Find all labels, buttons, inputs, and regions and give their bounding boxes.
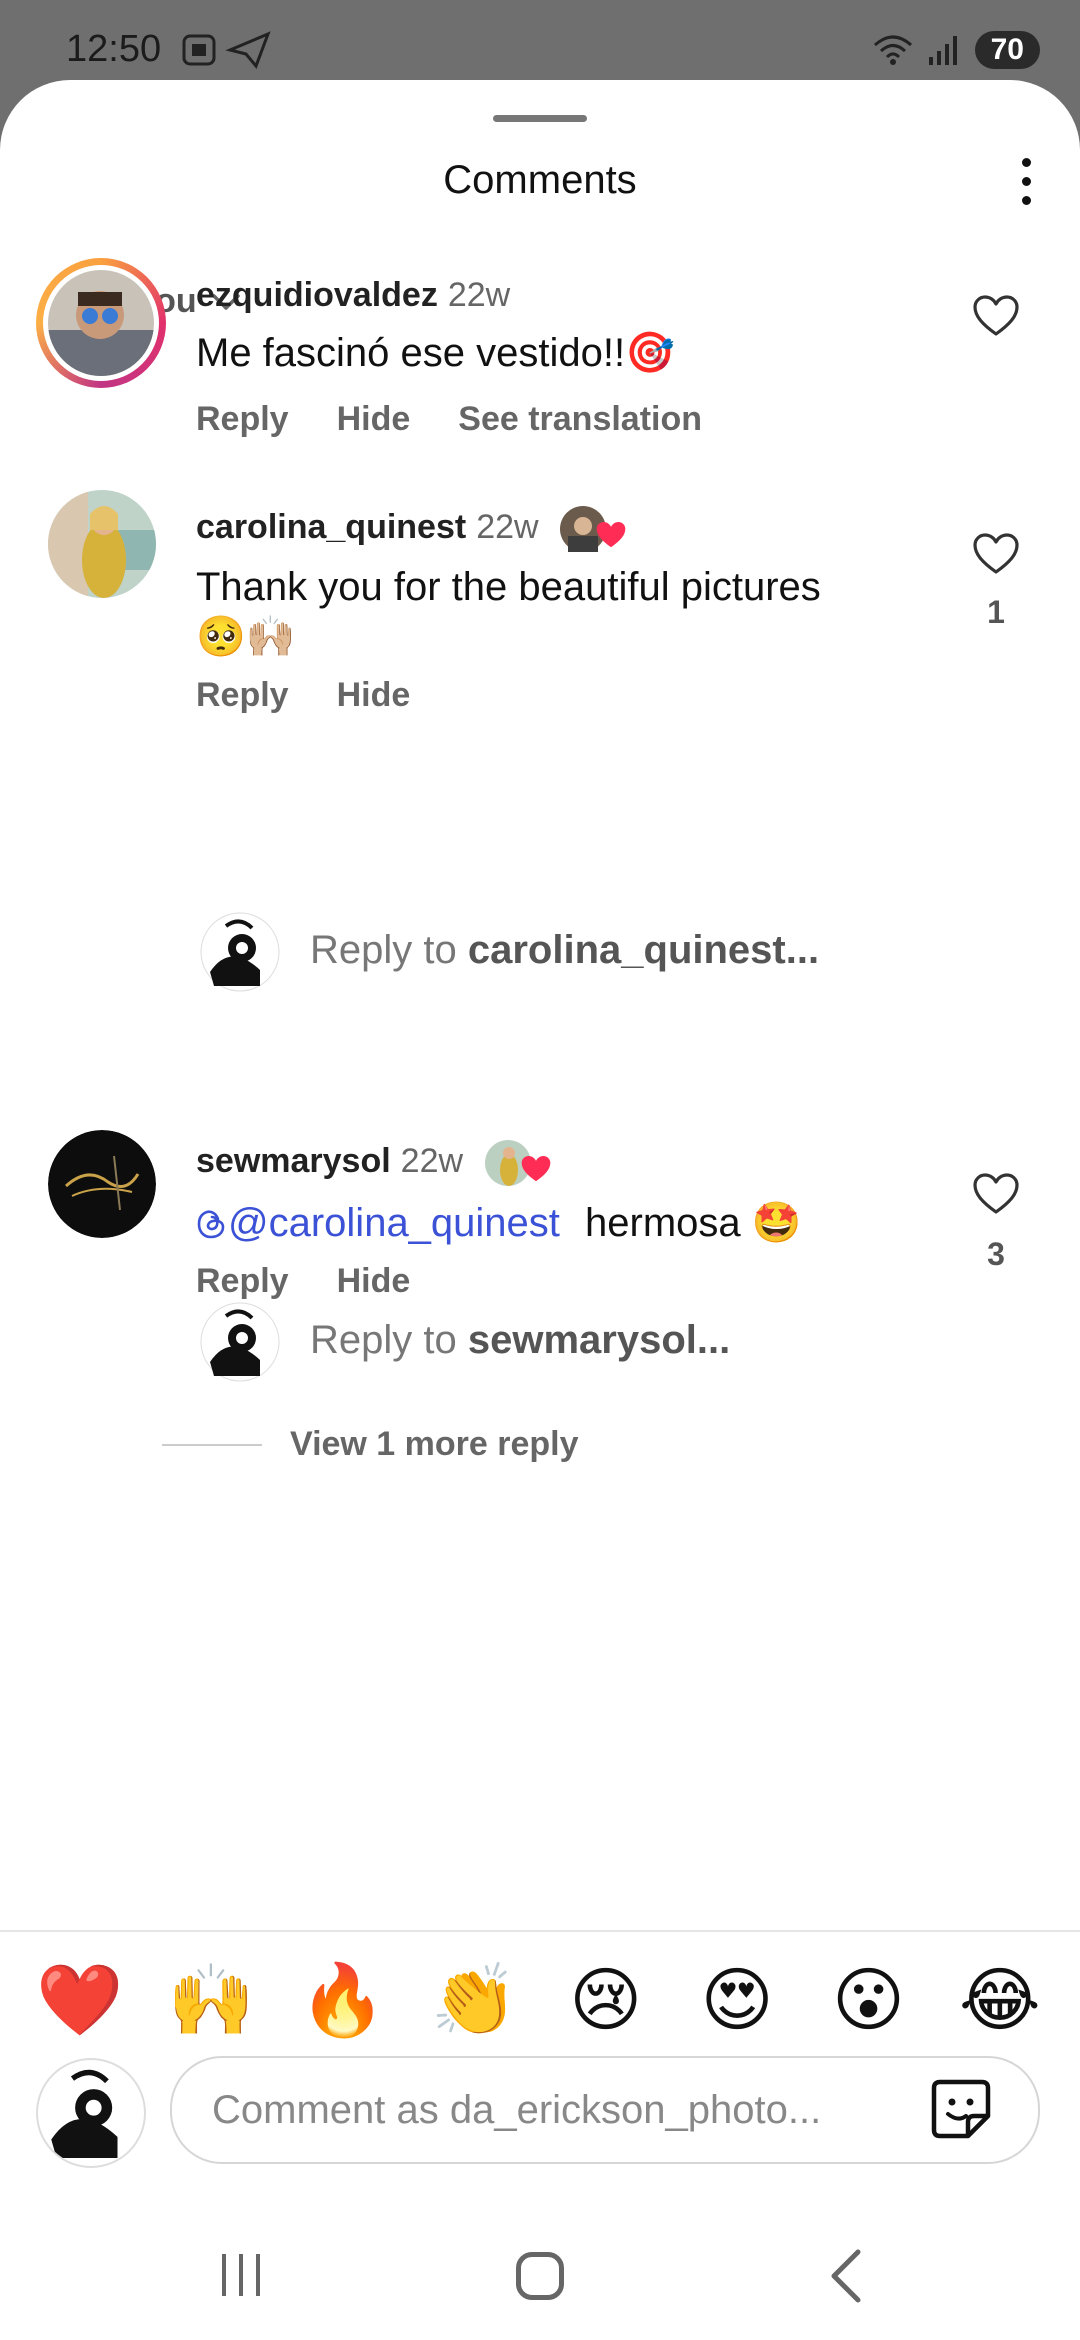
heart-filled-icon [521,1156,550,1182]
reply-prompt-prefix: Reply to [310,928,468,972]
comment-time: 22w [476,507,539,546]
signal-icon [928,36,957,65]
sticker-icon[interactable] [928,2076,994,2142]
creator-liked-badge [484,1140,553,1186]
emoji-raised-hands-button[interactable]: 🙌 [161,1960,261,2040]
heart-icon[interactable] [972,294,1020,338]
emoji-crying-button[interactable]: 😢 [556,1960,656,2040]
current-user-avatar [200,1302,280,1382]
reply-prompt-username: sewmarysol... [467,1318,731,1362]
see-translation-button[interactable]: See translation [458,400,702,439]
system-nav-bar [0,2230,1080,2340]
quick-emoji-bar: ❤️ 🙌 🔥 👏 😢 😍 😮 😂 [30,1960,1050,2040]
hide-button[interactable]: Hide [337,676,411,715]
reply-prompt-text: Reply to carolina_quinest... [310,928,819,973]
reply-prompt-text: Reply to sewmarysol... [310,1318,730,1363]
reply-button[interactable]: Reply [196,400,289,439]
heart-icon[interactable] [972,1172,1020,1216]
creator-liked-badge [560,506,628,552]
reply-button[interactable]: Reply [196,1262,289,1301]
home-icon[interactable] [516,2252,564,2300]
more-options-icon[interactable] [1016,158,1036,208]
comment-text: Thank you for the beautiful pictures 🥺🙌🏼 [196,562,821,662]
comment-actions: Reply Hide [196,676,410,715]
heart-filled-icon [596,522,626,548]
status-time: 12:50 [66,28,162,70]
comment-actions: Reply Hide See translation [196,400,702,439]
hide-button[interactable]: Hide [337,1262,411,1301]
current-user-avatar [51,2069,118,2159]
emoji-heart-eyes-button[interactable]: 😍 [687,1960,787,2040]
emoji-fire-button[interactable]: 🔥 [293,1960,393,2040]
composer-avatar [36,2058,146,2168]
status-system-icons: 70 [873,28,1040,72]
like-count: 1 [987,594,1005,630]
emoji-surprised-button[interactable]: 😮 [819,1960,919,2040]
avatar-image [48,270,154,376]
wifi-icon [873,35,912,65]
view-more-label: View 1 more reply [290,1425,579,1463]
comment-time: 22w [400,1141,464,1180]
current-user-avatar [200,912,280,992]
divider-line [162,1443,262,1446]
avatar-image [48,1130,156,1238]
status-notification-icons [182,31,271,69]
comment-input-placeholder: Comment as da_erickson_photo... [212,2088,822,2132]
mention-link[interactable]: @carolina_quinest [228,1201,560,1245]
comment-text-emoji: 🥺🙌🏼 [196,614,296,660]
comment-text: @carolina_quinest hermosa 🤩 [196,1198,802,1248]
status-bar: 12:50 70 [0,0,1080,90]
back-icon[interactable] [826,2248,866,2304]
comment-text: Me fascinó ese vestido!!🎯 [196,331,675,375]
comment-username[interactable]: sewmarysol 22w [196,1140,553,1186]
comment-username[interactable]: carolina_quinest 22w [196,506,628,552]
comment-time: 22w [447,276,511,314]
view-more-replies-button[interactable]: View 1 more reply [162,1425,579,1464]
comment-input[interactable]: Comment as da_erickson_photo... [170,2056,1040,2164]
avatar[interactable] [48,490,156,598]
reply-button[interactable]: Reply [196,676,289,715]
avatar[interactable] [36,258,166,388]
emoji-clap-button[interactable]: 👏 [424,1960,524,2040]
username-link[interactable]: ezquidiovaldez [196,276,438,314]
username-link[interactable]: sewmarysol [196,1142,391,1180]
heart-icon[interactable] [972,532,1020,576]
avatar-image [48,490,156,598]
sheet-title: Comments [443,158,637,202]
comment-text-line: Thank you for the beautiful pictures [196,565,821,609]
avatar[interactable] [48,1130,156,1238]
comment-username[interactable]: ezquidiovaldez 22w [196,276,510,315]
recent-apps-icon[interactable] [218,2250,264,2300]
hide-button[interactable]: Hide [337,400,411,439]
reply-prompt-username: carolina_quinest... [467,928,820,972]
emoji-heart-button[interactable]: ❤️ [30,1960,130,2040]
like-count: 3 [987,1236,1005,1272]
comment-actions: Reply Hide [196,1262,410,1301]
emoji-laughing-button[interactable]: 😂 [950,1960,1050,2040]
username-link[interactable]: carolina_quinest [196,508,466,546]
threads-icon [197,1210,225,1239]
comment-text-body: hermosa 🤩 [585,1201,802,1245]
reply-prompt-prefix: Reply to [310,1318,468,1362]
composer-divider [0,1930,1080,1932]
battery-indicator: 70 [974,31,1040,69]
drag-handle[interactable] [493,115,587,122]
